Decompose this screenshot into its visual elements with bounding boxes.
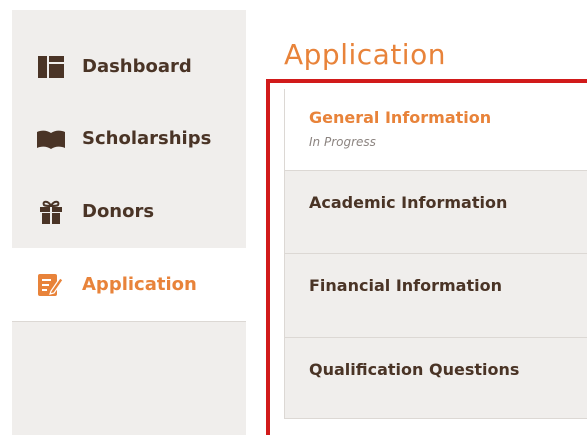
sidebar-item-label: Donors	[82, 201, 155, 222]
step-title: General Information	[309, 108, 492, 127]
sidebar-item-label: Scholarships	[82, 128, 212, 149]
page-title: Application	[284, 38, 446, 71]
dashboard-icon	[36, 55, 66, 79]
sidebar-item-donors[interactable]: Donors	[12, 175, 246, 248]
sidebar-item-scholarships[interactable]: Scholarships	[12, 102, 246, 175]
step-financial-information[interactable]: Financial Information	[285, 254, 587, 338]
sidebar: Dashboard Scholarships Donors Applicatio…	[12, 10, 246, 435]
step-qualification-questions[interactable]: Qualification Questions	[285, 338, 587, 419]
sidebar-item-application[interactable]: Application	[12, 248, 246, 321]
step-title: Academic Information	[309, 193, 508, 212]
step-general-information[interactable]: General Information In Progress	[285, 89, 587, 171]
book-icon	[36, 127, 66, 151]
sidebar-item-label: Dashboard	[82, 56, 192, 77]
step-status: In Progress	[309, 135, 376, 149]
sidebar-item-label: Application	[82, 274, 197, 295]
step-title: Financial Information	[309, 276, 502, 295]
gift-icon	[36, 200, 66, 224]
sidebar-item-dashboard[interactable]: Dashboard	[12, 30, 246, 103]
step-academic-information[interactable]: Academic Information	[285, 171, 587, 254]
step-title: Qualification Questions	[309, 360, 520, 379]
edit-icon	[36, 273, 66, 297]
application-steps: General Information In Progress Academic…	[284, 89, 587, 419]
divider	[12, 321, 246, 322]
